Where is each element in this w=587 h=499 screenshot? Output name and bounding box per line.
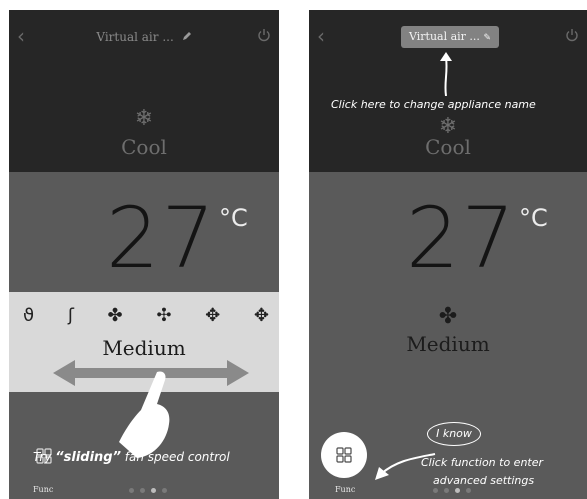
sliding-tip: Try “sliding” fan speed control (33, 450, 230, 465)
page-dot (140, 488, 145, 493)
tip-post: fan speed control (120, 450, 230, 464)
fan-icon: ϑ (23, 305, 35, 326)
page-dot-active (455, 488, 460, 493)
phone-screen-left: ‹ Virtual air ... ❄ Cool 27 °C ϑ ʃ ✤ ✣ ✥… (9, 10, 279, 499)
page-dot (466, 488, 471, 493)
mode-panel: ‹ Virtual air ... ❄ Cool (9, 10, 279, 172)
fan-speed-label: Medium (406, 332, 490, 356)
fan-icon: ✤ (438, 304, 458, 329)
page-dot (129, 488, 134, 493)
page-dot (444, 488, 449, 493)
temperature-unit: °C (519, 204, 548, 232)
func-label: Func (33, 485, 54, 494)
page-dots (129, 488, 167, 493)
pencil-icon[interactable] (182, 30, 192, 44)
pencil-icon: ✎ (483, 33, 491, 43)
pointer-arrow-icon (440, 52, 452, 96)
fan-icon: ʃ (67, 305, 74, 326)
mode-label: Cool (121, 135, 167, 159)
power-icon[interactable] (565, 28, 579, 42)
appliance-name-button[interactable]: Virtual air ... ✎ (401, 26, 499, 48)
tip-quoted: “sliding” (55, 450, 121, 465)
temperature-value: 27 (406, 189, 517, 287)
fan-icon: ✣ (156, 305, 172, 326)
tip-pre: Try (33, 450, 56, 464)
rename-hint: Click here to change appliance name (331, 98, 536, 111)
fan-icon: ✥ (205, 305, 221, 326)
appliance-name[interactable]: Virtual air ... (96, 30, 173, 44)
fan-speed-label: Medium (102, 336, 186, 360)
func-label: Func (335, 485, 356, 494)
page-dot-active (151, 488, 156, 493)
back-icon[interactable]: ‹ (317, 26, 325, 46)
fan-icon: ✥ (253, 305, 269, 326)
temperature-unit: °C (219, 204, 248, 232)
fan-icon: ✤ (107, 305, 123, 326)
page-dots (433, 488, 471, 493)
mode-label: Cool (425, 135, 471, 159)
appliance-name: Virtual air ... (409, 30, 480, 43)
page-dot (162, 488, 167, 493)
power-icon[interactable] (257, 28, 271, 42)
phone-screen-right: ‹ Virtual air ... ✎ Click here to change… (309, 10, 587, 499)
mode-panel: ‹ Virtual air ... ✎ Click here to change… (309, 10, 587, 172)
hand-icon (119, 371, 170, 458)
snowflake-icon: ❄ (134, 106, 154, 131)
func-hint-line1: Click function to enter (421, 456, 544, 469)
grid-icon (336, 447, 352, 463)
temperature-value: 27 (106, 189, 217, 287)
func-hint-line2: advanced settings (433, 474, 535, 487)
func-button[interactable] (321, 432, 367, 478)
title-row[interactable]: Virtual air ... (9, 30, 279, 44)
fan-speed-options: ϑ ʃ ✤ ✣ ✥ ✥ (23, 306, 269, 326)
page-dot (433, 488, 438, 493)
